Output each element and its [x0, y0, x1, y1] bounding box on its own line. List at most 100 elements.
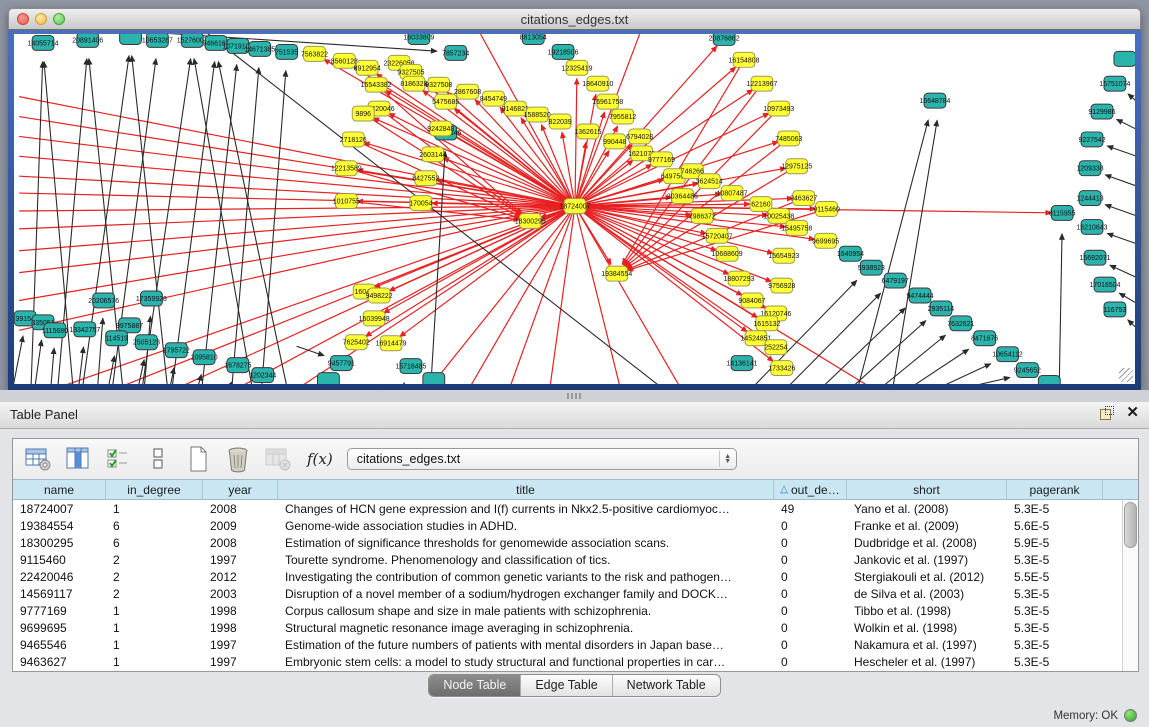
column-header-short[interactable]: short — [847, 480, 1007, 499]
graph-node[interactable]: 16033809 — [403, 34, 434, 44]
memory-ok-indicator-icon[interactable] — [1124, 709, 1137, 722]
cell-short[interactable]: Yano et al. (2008) — [847, 502, 1007, 516]
cell-in-degree[interactable]: 1 — [106, 502, 203, 516]
scrollbar-thumb[interactable] — [1124, 502, 1137, 548]
graph-node[interactable]: 1588520 — [524, 107, 551, 122]
graph-node[interactable]: 114519 — [105, 331, 128, 346]
cell-title[interactable]: Disruption of a novel member of a sodium… — [278, 587, 774, 601]
graph-node[interactable]: 1244413 — [1077, 191, 1104, 206]
graph-node[interactable]: 9242848 — [427, 121, 454, 136]
graph-node[interactable]: 6794028 — [626, 129, 653, 144]
cell-pagerank[interactable]: 5.3E-5 — [1007, 621, 1103, 635]
graph-node[interactable]: 13342757 — [69, 322, 100, 337]
cell-title[interactable]: Investigating the contribution of common… — [278, 570, 774, 584]
column-header-in_degree[interactable]: in_degree — [106, 480, 203, 499]
graph-node[interactable]: 18640910 — [582, 76, 613, 91]
cell-out-degree[interactable]: 0 — [774, 655, 847, 669]
cell-name[interactable]: 22420046 — [13, 570, 106, 584]
graph-node[interactable]: 15720407 — [702, 228, 733, 243]
cell-title[interactable]: Estimation of significance thresholds fo… — [278, 536, 774, 550]
cell-title[interactable]: Genome-wide association studies in ADHD. — [278, 519, 774, 533]
graph-node[interactable]: 15716485 — [395, 359, 426, 374]
graph-node[interactable]: 10654112 — [992, 347, 1023, 362]
cell-out-degree[interactable]: 0 — [774, 621, 847, 635]
graph-node[interactable]: 5938923 — [858, 260, 885, 275]
graph-node[interactable]: 1615132 — [753, 316, 780, 331]
table-row[interactable]: 19384554 6 2009 Genome-wide association … — [13, 517, 1138, 534]
graph-node[interactable]: 10653287 — [142, 34, 173, 47]
graph-node[interactable]: 16914479 — [376, 336, 407, 351]
tab-node-table[interactable]: Node Table — [429, 675, 521, 696]
cell-name[interactable]: 18724007 — [13, 502, 106, 516]
cell-year[interactable]: 1997 — [203, 638, 278, 652]
cell-pagerank[interactable]: 5.3E-5 — [1007, 655, 1103, 669]
graph-node[interactable]: 7857234 — [442, 45, 469, 60]
cell-title[interactable]: Embryonic stem cells: a model to study s… — [278, 655, 774, 669]
graph-node[interactable]: 2603144 — [419, 147, 446, 162]
graph-node[interactable]: 7625402 — [343, 335, 370, 350]
cell-pagerank[interactable]: 5.3E-5 — [1007, 502, 1103, 516]
cell-out-degree[interactable]: 0 — [774, 604, 847, 618]
cell-year[interactable]: 2008 — [203, 502, 278, 516]
column-header-out_degree[interactable]: △out_de… — [774, 480, 847, 499]
table-row[interactable]: 18724007 1 2008 Changes of HCN gene expr… — [13, 500, 1138, 517]
network-window-titlebar[interactable]: citations_edges.txt — [8, 8, 1141, 30]
graph-node[interactable]: 9463627 — [790, 191, 817, 206]
cell-name[interactable]: 9465546 — [13, 638, 106, 652]
cell-title[interactable]: Tourette syndrome. Phenomenology and cla… — [278, 553, 774, 567]
cell-short[interactable]: Jankovic et al. (1997) — [847, 553, 1007, 567]
graph-node[interactable]: 9457791 — [328, 356, 355, 371]
cell-year[interactable]: 1998 — [203, 604, 278, 618]
cell-in-degree[interactable]: 2 — [106, 587, 203, 601]
graph-node[interactable]: 18300295 — [515, 213, 546, 228]
graph-node[interactable]: 822039 — [548, 114, 571, 129]
graph-node[interactable]: 9498222 — [366, 288, 393, 303]
table-row[interactable]: 9465546 1 1997 Estimation of the future … — [13, 636, 1138, 653]
graph-node[interactable]: 9227542 — [1079, 132, 1106, 147]
cell-pagerank[interactable]: 5.3E-5 — [1007, 638, 1103, 652]
cell-year[interactable]: 2008 — [203, 536, 278, 550]
graph-node[interactable]: 1209338 — [1077, 161, 1104, 176]
table-options-icon[interactable] — [23, 445, 53, 473]
cell-title[interactable]: Structural magnetic resonance image aver… — [278, 621, 774, 635]
cell-name[interactable]: 9115460 — [13, 553, 106, 567]
graph-node[interactable]: 8813054 — [520, 34, 547, 44]
graph-node[interactable]: 9245652 — [1014, 363, 1041, 378]
graph-node[interactable]: 12975125 — [781, 159, 812, 174]
graph-node[interactable]: 8912954 — [354, 60, 381, 75]
network-canvas-svg[interactable]: 1405571420891406106532871527600794661631… — [14, 34, 1135, 384]
column-header-year[interactable]: year — [203, 480, 278, 499]
graph-node[interactable]: 9115460 — [813, 202, 840, 217]
graph-node[interactable]: 14671385 — [244, 41, 275, 56]
cell-short[interactable]: Franke et al. (2009) — [847, 519, 1007, 533]
graph-node[interactable]: 252254 — [764, 340, 787, 355]
cell-out-degree[interactable]: 0 — [774, 553, 847, 567]
graph-node[interactable]: 20876862 — [709, 34, 740, 45]
cell-in-degree[interactable]: 1 — [106, 604, 203, 618]
graph-node[interactable]: 1010755 — [333, 194, 360, 209]
cell-out-degree[interactable]: 49 — [774, 502, 847, 516]
graph-node[interactable]: 12325419 — [562, 60, 593, 75]
tab-network-table[interactable]: Network Table — [613, 675, 720, 696]
cell-out-degree[interactable]: 0 — [774, 587, 847, 601]
graph-node[interactable]: 20364486 — [667, 189, 698, 204]
cell-in-degree[interactable]: 6 — [106, 519, 203, 533]
graph-node[interactable]: 8471676 — [971, 331, 998, 346]
graph-node[interactable] — [1038, 376, 1060, 384]
graph-node[interactable]: 2935114 — [928, 301, 955, 316]
graph-node[interactable]: 15692071 — [1080, 250, 1111, 265]
graph-node[interactable]: 18807293 — [724, 271, 755, 286]
graph-node[interactable] — [423, 373, 445, 384]
graph-node[interactable]: 7955812 — [609, 109, 636, 124]
graph-node[interactable]: 8186328 — [400, 76, 427, 91]
graph-node[interactable]: 9777169 — [648, 152, 675, 167]
panel-splitter[interactable] — [0, 390, 1149, 402]
toggle-rows-icon[interactable] — [143, 445, 173, 473]
table-row[interactable]: 22420046 2 2012 Investigating the contri… — [13, 568, 1138, 585]
cell-in-degree[interactable]: 1 — [106, 655, 203, 669]
graph-node[interactable]: 10807487 — [717, 186, 748, 201]
cell-short[interactable]: Hescheler et al. (1997) — [847, 655, 1007, 669]
column-layout-icon[interactable] — [63, 445, 93, 473]
graph-node[interactable]: 9896 — [352, 106, 374, 121]
splitter-handle-icon[interactable] — [567, 393, 581, 399]
